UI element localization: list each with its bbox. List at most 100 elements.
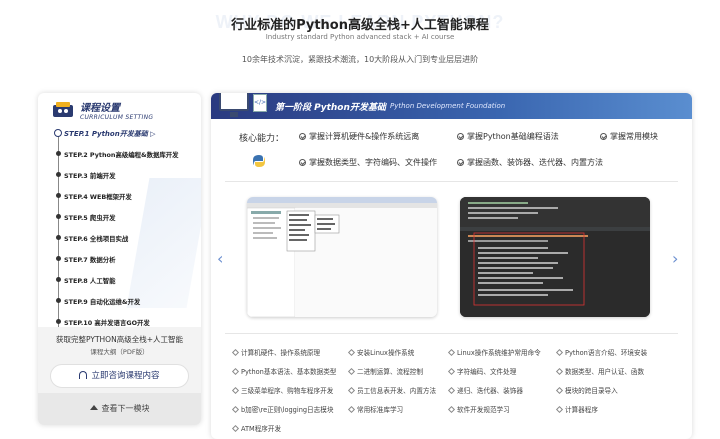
tag-icon	[347, 405, 356, 414]
curriculum-sidebar: 课程设置 CURRICULUM SETTING STEP.1 Python开发基…	[38, 93, 201, 425]
step-6[interactable]: STEP.6 全栈项目实战	[64, 234, 128, 243]
skill-item: 掌握计算机硬件&操作系统远离	[299, 131, 419, 142]
sidebar-footer: 获取完整PYTHON高级全栈+人工智能 课程大纲（PDF版） 立即咨询课程内容 …	[38, 327, 201, 425]
topic-item: Python基本语法、基本数据类型	[231, 366, 336, 376]
step-10[interactable]: STEP.10 高并发语言GO开发	[64, 318, 150, 327]
page-description: 10余年技术沉淀，紧跟技术潮流，10大阶段从入门到专业层层进阶	[241, 55, 479, 64]
eject-icon	[89, 405, 98, 410]
sidebar-watermark	[126, 178, 201, 308]
page-title: 行业标准的Python高级全栈+人工智能课程	[231, 18, 489, 33]
step-dot	[56, 277, 61, 282]
step-dot	[56, 235, 61, 240]
topic-item: 模块的跨目录导入	[555, 385, 618, 395]
topic-item: 递归、迭代器、装饰器	[447, 385, 523, 395]
sidebar-subtitle: CURRICULUM SETTING	[80, 114, 154, 121]
step-dot	[56, 193, 61, 198]
check-circle-icon	[299, 133, 306, 140]
tag-icon	[447, 367, 456, 376]
check-circle-icon	[457, 159, 464, 166]
step-8[interactable]: STEP.8 人工智能	[64, 276, 116, 285]
topic-item: 三级菜单程序、购物车程序开发	[231, 385, 333, 395]
sidebar-header: 课程设置 CURRICULUM SETTING	[38, 93, 201, 125]
python-logo-icon	[253, 155, 265, 167]
steps-timeline	[58, 133, 59, 333]
tag-icon	[231, 386, 240, 395]
tag-icon	[447, 405, 456, 414]
skill-item: 掌握数据类型、字符编码、文件操作	[299, 157, 437, 168]
topic-item: 字符编码、文件处理	[447, 366, 516, 376]
carousel-prev-arrow[interactable]: ‹	[217, 251, 229, 267]
consult-button[interactable]: 立即咨询课程内容	[50, 364, 189, 388]
check-circle-icon	[457, 133, 464, 140]
topic-item: Python语言介绍、环境安装	[555, 347, 647, 357]
next-module-label: 查看下一模块	[101, 404, 150, 413]
ide-screenshot-dark	[460, 197, 650, 317]
step-5[interactable]: STEP.5 爬虫开发	[64, 213, 116, 222]
step-3[interactable]: STEP.3 前端开发	[64, 171, 116, 180]
tag-icon	[347, 386, 356, 395]
page-subtitle: Industry standard Python advanced stack …	[265, 33, 455, 41]
ide-light-illustration	[247, 197, 437, 317]
stage-card: </> 第一阶段 Python开发基础 Python Development F…	[211, 93, 692, 439]
stage-english-title: Python Development Foundation	[390, 102, 506, 110]
curriculum-logo-icon	[53, 102, 73, 117]
next-module-button[interactable]: 查看下一模块	[38, 393, 201, 425]
tag-icon	[555, 348, 564, 357]
monitor-icon	[219, 93, 249, 111]
topic-item: 常用标准库学习	[347, 404, 403, 414]
tag-icon	[447, 348, 456, 357]
topic-item: 二进制运算、流程控制	[347, 366, 423, 376]
check-circle-icon	[299, 159, 306, 166]
ide-dark-illustration	[460, 197, 650, 317]
topic-item: 安装Linux操作系统	[347, 347, 414, 357]
step-9[interactable]: STEP.9 自动化运维&开发	[64, 297, 140, 306]
stage-title: 第一阶段 Python开发基础	[275, 103, 386, 113]
topic-item: 计算器程序	[555, 404, 598, 414]
step-dot	[56, 214, 61, 219]
divider	[225, 333, 678, 334]
step-dot	[56, 172, 61, 177]
step-1[interactable]: STEP.1 Python开发基础 ▷	[64, 129, 156, 139]
topic-item: ATM程序开发	[231, 423, 281, 433]
consult-button-label: 立即咨询课程内容	[91, 371, 160, 381]
ide-screenshot-light	[247, 197, 437, 317]
step-dot-active	[54, 129, 62, 137]
skill-item: 掌握函数、装饰器、迭代器、内置方法	[457, 157, 603, 168]
step-dot	[56, 298, 61, 303]
topic-item: 数据类型、用户认证、函数	[555, 366, 644, 376]
topic-item: Linux操作系统维护常用命令	[447, 347, 541, 357]
skill-item: 掌握Python基础编程语法	[457, 131, 559, 142]
core-ability-label: 核心能力：	[239, 134, 285, 144]
tag-icon	[555, 405, 564, 414]
headset-icon	[79, 371, 88, 379]
step-2[interactable]: STEP.2 Python高级编程&数据库开发	[64, 150, 179, 159]
step-4[interactable]: STEP.4 WEB框架开发	[64, 192, 132, 201]
tag-icon	[555, 367, 564, 376]
tag-icon	[347, 367, 356, 376]
outline-title: 获取完整PYTHON高级全栈+人工智能	[56, 335, 183, 344]
topic-item: 计算机硬件、操作系统原理	[231, 347, 320, 357]
tag-icon	[555, 386, 564, 395]
tag-icon	[347, 348, 356, 357]
skill-item: 掌握常用模块	[600, 131, 658, 142]
tag-icon	[231, 405, 240, 414]
step-7[interactable]: STEP.7 数据分析	[64, 255, 116, 264]
sidebar-title: 课程设置	[80, 103, 120, 114]
code-doc-icon: </>	[253, 94, 267, 112]
topic-item: 员工信息表开发、内置方法	[347, 385, 436, 395]
tag-icon	[231, 348, 240, 357]
check-circle-icon	[600, 133, 607, 140]
tag-icon	[231, 424, 240, 433]
carousel-next-arrow[interactable]: ›	[672, 251, 684, 267]
step-dot	[56, 256, 61, 261]
outline-subtitle: 课程大纲（PDF版）	[90, 348, 149, 356]
tag-icon	[231, 367, 240, 376]
topic-item: 软件开发规范学习	[447, 404, 510, 414]
divider	[225, 181, 678, 182]
step-dot	[56, 151, 61, 156]
tag-icon	[447, 386, 456, 395]
monitor-stand	[230, 112, 238, 117]
step-dot	[56, 319, 61, 324]
topic-item: b加密\re正则\logging日志模块	[231, 404, 333, 414]
stage-banner: </> 第一阶段 Python开发基础 Python Development F…	[211, 93, 692, 119]
